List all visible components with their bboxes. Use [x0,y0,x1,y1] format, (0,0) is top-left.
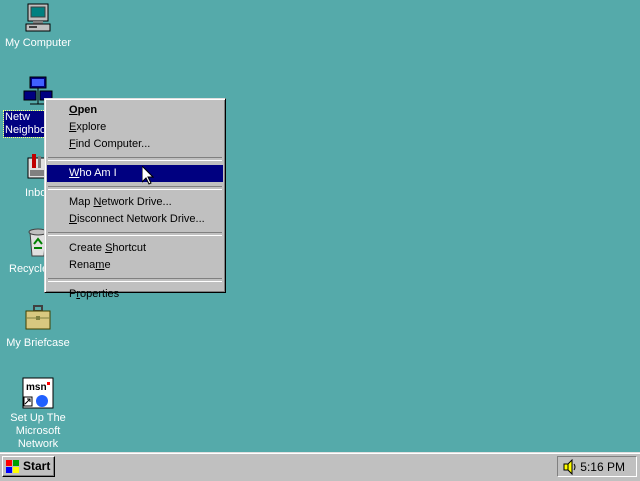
context-menu: Open Explore Find Computer... Who Am I M… [44,98,226,300]
briefcase-icon [22,302,54,334]
desktop-icon-label: Netw Neighbo [3,110,48,138]
menu-item-label: xplore [76,121,107,133]
menu-item-label: etwork Drive... [101,196,172,208]
menu-item-label: operties [80,288,120,300]
desktop-icon-label: Set Up The Microsoft Network [10,412,66,450]
desktop-icon-label: My Computer [4,37,72,49]
menu-item-explore[interactable]: Explore [47,119,223,136]
taskbar: Start 5:16 PM [0,452,640,481]
menu-item-find-computer[interactable]: Find Computer... [47,136,223,153]
accel: O [69,104,78,116]
accel: F [69,138,76,150]
menu-item-label: ind Computer... [75,138,151,150]
my-computer-icon [22,2,54,34]
accel: D [69,213,77,225]
menu-separator [48,232,222,236]
desktop-icon-my-briefcase[interactable]: My Briefcase [0,302,76,350]
start-button[interactable]: Start [2,456,55,477]
accel: W [69,167,80,179]
desktop-icon-label: My Briefcase [6,337,70,349]
windows-logo-icon [6,460,19,473]
svg-text:msn: msn [26,382,47,393]
menu-item-create-shortcut[interactable]: Create Shortcut [47,240,223,257]
menu-item-label: Rena [69,259,96,271]
menu-item-label: pen [77,104,98,116]
desktop-icon-msn[interactable]: msn Set Up The Microsoft Network [0,377,76,451]
menu-item-rename[interactable]: Rename [47,257,223,274]
menu-item-who-am-i[interactable]: Who Am I [47,165,223,182]
start-label: Start [23,459,51,473]
menu-separator [48,186,222,190]
menu-item-properties[interactable]: Properties [47,286,223,303]
speaker-icon[interactable] [562,459,578,475]
menu-item-map-network-drive[interactable]: Map Network Drive... [47,194,223,211]
desktop-icon-label: Recycle [9,263,49,275]
menu-item-label: Create [69,242,106,254]
menu-item-label: hortcut [112,242,147,254]
menu-separator [48,157,222,161]
mouse-cursor-icon [142,166,154,185]
system-tray: 5:16 PM [557,456,637,477]
clock[interactable]: 5:16 PM [580,460,625,474]
menu-item-label: isconnect Network Drive... [76,213,205,225]
desktop-icon-my-computer[interactable]: My Computer [0,2,76,50]
menu-item-label: e [104,259,111,271]
menu-item-label: Map [69,196,94,208]
menu-item-label: ho Am I [79,167,117,179]
menu-item-disconnect-network-drive[interactable]: Disconnect Network Drive... [47,211,223,228]
msn-icon: msn [22,377,54,409]
menu-item-open[interactable]: Open [47,102,223,119]
menu-separator [48,278,222,282]
